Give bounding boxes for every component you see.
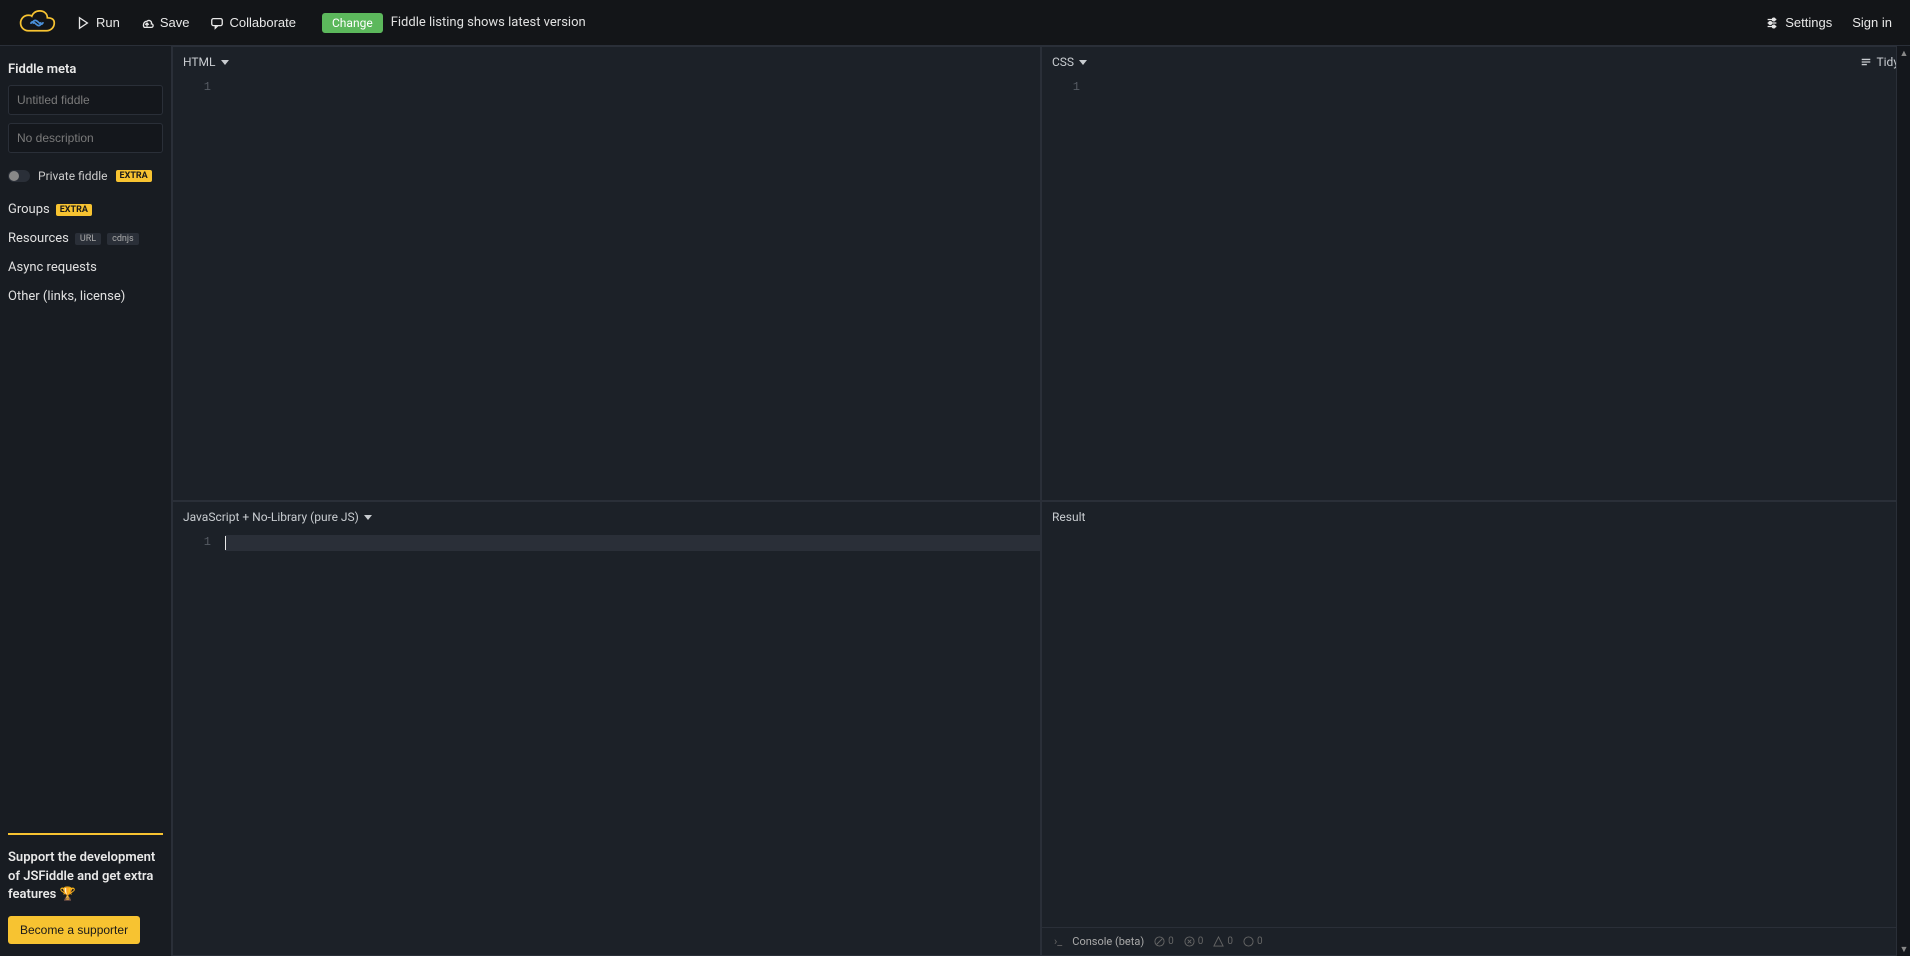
- collaborate-button[interactable]: Collaborate: [200, 9, 307, 36]
- private-toggle-row: Private fiddle EXTRA: [8, 161, 163, 195]
- js-pane-header: JavaScript + No-Library (pure JS): [173, 502, 1040, 532]
- run-label: Run: [96, 15, 120, 30]
- chevron-down-icon: [364, 515, 372, 520]
- error-count: 0: [1184, 936, 1204, 947]
- tidy-button[interactable]: Tidy: [1860, 55, 1899, 69]
- code-line[interactable]: [1094, 80, 1909, 96]
- sidebar-title-meta: Fiddle meta: [8, 58, 163, 85]
- circle-x-icon: [1184, 936, 1195, 947]
- become-supporter-button[interactable]: Become a supporter: [8, 916, 140, 944]
- sliders-icon: [1765, 16, 1779, 30]
- html-pane: HTML 1: [172, 46, 1041, 501]
- scrollbar[interactable]: ▲ ▼: [1896, 46, 1910, 956]
- sidebar-item-async[interactable]: Async requests: [8, 253, 163, 282]
- css-pane: CSS Tidy 1: [1041, 46, 1910, 501]
- sidebar: Fiddle meta Private fiddle EXTRA Groups …: [0, 46, 172, 956]
- change-badge[interactable]: Change: [322, 13, 383, 33]
- css-code[interactable]: [1088, 77, 1909, 500]
- private-toggle[interactable]: [8, 170, 30, 182]
- text-cursor: [225, 536, 226, 550]
- url-badge: URL: [75, 233, 101, 245]
- cloud-save-icon: [140, 16, 154, 30]
- line-number: 1: [173, 535, 211, 549]
- extra-badge: EXTRA: [116, 170, 152, 182]
- result-pane: Result ›_ Console (beta) 0 0 0: [1041, 501, 1910, 956]
- sidebar-footer: Support the development of JSFiddle and …: [8, 833, 163, 944]
- run-button[interactable]: Run: [66, 9, 130, 36]
- result-label: Result: [1052, 510, 1085, 524]
- sidebar-item-other[interactable]: Other (links, license): [8, 282, 163, 311]
- html-pane-dropdown[interactable]: HTML: [183, 55, 229, 69]
- triangle-warn-icon: [1213, 936, 1224, 947]
- js-code[interactable]: [219, 532, 1040, 955]
- html-gutter: 1: [173, 77, 219, 500]
- top-toolbar: Run Save Collaborate Change Fiddle listi…: [0, 0, 1910, 46]
- css-pane-header: CSS Tidy: [1042, 47, 1909, 77]
- js-pane: JavaScript + No-Library (pure JS) 1: [172, 501, 1041, 956]
- code-line[interactable]: [225, 535, 1040, 551]
- scroll-down-icon[interactable]: ▼: [1897, 942, 1910, 956]
- html-editor[interactable]: 1: [173, 77, 1040, 500]
- circle-slash-icon: [1154, 936, 1165, 947]
- signin-button[interactable]: Sign in: [1842, 9, 1902, 36]
- js-label: JavaScript + No-Library (pure JS): [183, 510, 359, 524]
- other-label: Other (links, license): [8, 289, 125, 304]
- chevron-down-icon: [1079, 60, 1087, 65]
- main-area: Fiddle meta Private fiddle EXTRA Groups …: [0, 46, 1910, 956]
- result-pane-header: Result: [1042, 502, 1909, 532]
- chevron-down-icon: [221, 60, 229, 65]
- scroll-up-icon[interactable]: ▲: [1897, 46, 1910, 60]
- support-text: Support the development of JSFiddle and …: [8, 849, 163, 904]
- js-pane-dropdown[interactable]: JavaScript + No-Library (pure JS): [183, 510, 372, 524]
- css-pane-dropdown[interactable]: CSS: [1052, 55, 1087, 69]
- line-number: 1: [1042, 80, 1080, 94]
- fiddle-description-input[interactable]: [8, 123, 163, 153]
- html-pane-header: HTML: [173, 47, 1040, 77]
- cdnjs-badge: cdnjs: [107, 233, 139, 245]
- editor-grid: HTML 1 CSS: [172, 46, 1910, 956]
- css-gutter: 1: [1042, 77, 1088, 500]
- terminal-icon: ›_: [1054, 935, 1062, 948]
- listing-status-text: Fiddle listing shows latest version: [391, 15, 586, 30]
- async-label: Async requests: [8, 260, 97, 275]
- sidebar-item-groups[interactable]: Groups EXTRA: [8, 195, 163, 224]
- sidebar-item-resources[interactable]: Resources URL cdnjs: [8, 224, 163, 253]
- console-label: Console (beta): [1072, 935, 1144, 948]
- css-label: CSS: [1052, 55, 1074, 69]
- log-count: 0: [1243, 936, 1263, 947]
- html-label: HTML: [183, 55, 216, 69]
- circle-icon: [1243, 936, 1254, 947]
- settings-button[interactable]: Settings: [1755, 9, 1842, 36]
- code-line[interactable]: [225, 80, 1040, 96]
- collaborate-label: Collaborate: [230, 15, 297, 30]
- js-gutter: 1: [173, 532, 219, 955]
- resources-label: Resources: [8, 231, 69, 246]
- html-code[interactable]: [219, 77, 1040, 500]
- save-label: Save: [160, 15, 190, 30]
- settings-label: Settings: [1785, 15, 1832, 30]
- info-count: 0: [1154, 936, 1174, 947]
- js-editor[interactable]: 1: [173, 532, 1040, 955]
- tidy-icon: [1860, 56, 1872, 68]
- fiddle-title-input[interactable]: [8, 85, 163, 115]
- console-bar[interactable]: ›_ Console (beta) 0 0 0 0: [1042, 927, 1909, 955]
- jsfiddle-logo[interactable]: [18, 9, 56, 37]
- save-button[interactable]: Save: [130, 9, 200, 36]
- groups-label: Groups: [8, 202, 50, 217]
- signin-label: Sign in: [1852, 15, 1892, 30]
- play-icon: [76, 16, 90, 30]
- extra-badge: EXTRA: [56, 204, 92, 216]
- chat-icon: [210, 16, 224, 30]
- result-body: [1042, 532, 1909, 927]
- warning-count: 0: [1213, 936, 1233, 947]
- line-number: 1: [173, 80, 211, 94]
- private-label: Private fiddle: [38, 169, 108, 183]
- css-editor[interactable]: 1: [1042, 77, 1909, 500]
